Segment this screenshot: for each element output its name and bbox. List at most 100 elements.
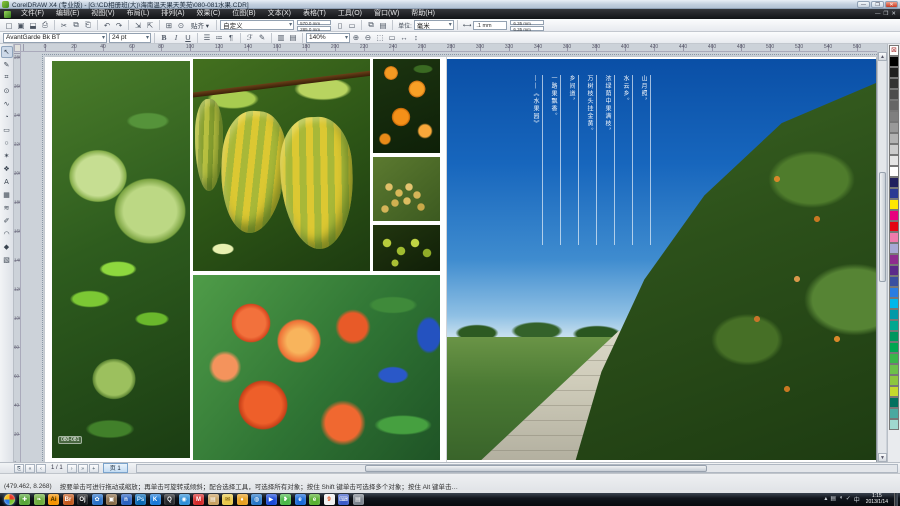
color-swatch-21[interactable] — [889, 287, 899, 298]
char-formatting-icon[interactable]: ℱ — [244, 32, 256, 43]
taskbar-m-app-icon[interactable]: M — [193, 494, 204, 505]
menu-item-0[interactable]: 文件(F) — [15, 9, 50, 19]
pick-tool[interactable]: ↖ — [1, 46, 13, 58]
taskbar-firebird-icon[interactable]: ♦ — [237, 494, 248, 505]
doc-minimize-button[interactable]: — — [875, 11, 881, 17]
zoom-height-icon[interactable]: ↕ — [410, 32, 422, 43]
corel-online-icon[interactable]: ⊙ — [175, 20, 187, 31]
doc-restore-button[interactable]: ❐ — [883, 11, 888, 17]
color-swatch-18[interactable] — [889, 254, 899, 265]
fill-tool[interactable]: ◆ — [1, 241, 13, 253]
taskbar-ie-icon[interactable]: e — [295, 494, 306, 505]
taskbar-notes-icon[interactable]: ▤ — [208, 494, 219, 505]
color-swatch-29[interactable] — [889, 375, 899, 386]
paper-height-field[interactable]: 285.0 mm — [297, 26, 331, 31]
facing-page-view-icon[interactable]: ▤ — [287, 32, 299, 43]
tray-input-icon[interactable]: 中 — [854, 495, 860, 504]
tray-up-arrow-icon[interactable]: ▴ — [824, 495, 827, 504]
align-left-icon[interactable]: ☰ — [201, 32, 213, 43]
minimize-button[interactable]: — — [857, 1, 870, 8]
color-swatch-7[interactable] — [889, 133, 899, 144]
color-swatch-31[interactable] — [889, 397, 899, 408]
color-swatch-5[interactable] — [889, 111, 899, 122]
outline-tool[interactable]: ◠ — [1, 228, 13, 240]
taskbar-clock[interactable]: 1:15 2013/1/14 — [866, 494, 888, 505]
redo-icon[interactable]: ↷ — [113, 20, 125, 31]
tray-safety-icon[interactable]: ✓ — [846, 495, 851, 504]
duplicate-y-field[interactable]: 6.35 mm — [510, 26, 544, 31]
vertical-scrollbar[interactable]: ▲ ▼ — [877, 52, 886, 462]
start-button[interactable] — [4, 494, 15, 505]
scroll-down-icon[interactable]: ▼ — [878, 453, 887, 462]
taskbar-pinyin-icon[interactable]: 9 — [324, 494, 335, 505]
no-color-swatch[interactable]: ⊠ — [889, 45, 899, 56]
photo-green-plums[interactable] — [373, 225, 440, 271]
color-swatch-4[interactable] — [889, 100, 899, 111]
ellipse-tool[interactable]: ○ — [1, 137, 13, 149]
print-icon[interactable]: ⎙ — [39, 20, 51, 31]
taskbar-bridge-icon[interactable]: Br — [63, 494, 74, 505]
freehand-tool[interactable]: ∿ — [1, 98, 13, 110]
italic-button[interactable]: I — [170, 32, 182, 43]
color-swatch-3[interactable] — [889, 89, 899, 100]
zoom-page-icon[interactable]: ▭ — [386, 32, 398, 43]
vertical-ruler[interactable]: 280260240220200180160140120100806040200 — [14, 52, 21, 462]
color-swatch-26[interactable] — [889, 342, 899, 353]
interactive-fill-tool[interactable]: ▧ — [1, 254, 13, 266]
add-page-icon[interactable]: + — [89, 464, 99, 473]
blend-tool[interactable]: ≋ — [1, 202, 13, 214]
horizontal-scrollbar[interactable] — [136, 464, 898, 473]
taskbar-photo-viewer-icon[interactable]: ▣ — [106, 494, 117, 505]
zoom-selected-icon[interactable]: ⬚ — [374, 32, 386, 43]
taskbar-green-bird-icon[interactable]: ❥ — [280, 494, 291, 505]
color-swatch-16[interactable] — [889, 232, 899, 243]
taskbar-illustrator-icon[interactable]: Ai — [48, 494, 59, 505]
new-document-icon[interactable]: ▢ — [3, 20, 15, 31]
smart-fill-tool[interactable]: ◔ — [1, 111, 13, 123]
menu-item-11[interactable]: 帮助(H) — [405, 9, 441, 19]
table-tool[interactable]: ▦ — [1, 189, 13, 201]
portrait-button[interactable]: ▯ — [334, 20, 346, 31]
color-swatch-10[interactable] — [889, 166, 899, 177]
last-page-icon[interactable]: » — [78, 464, 88, 473]
cut-icon[interactable]: ✂ — [58, 20, 70, 31]
underline-button[interactable]: U — [182, 32, 194, 43]
vscroll-thumb[interactable] — [879, 172, 886, 282]
undo-icon[interactable]: ↶ — [101, 20, 113, 31]
document-icon[interactable] — [4, 11, 11, 18]
taskbar-mail-icon[interactable]: ✉ — [222, 494, 233, 505]
bold-button[interactable]: B — [158, 32, 170, 43]
taskbar-360browser-icon[interactable]: e — [309, 494, 320, 505]
color-swatch-22[interactable] — [889, 298, 899, 309]
import-icon[interactable]: ⇲ — [132, 20, 144, 31]
all-pages-button[interactable]: ⧉ — [365, 20, 377, 31]
taskbar-coreldraw-icon[interactable]: ❧ — [34, 494, 45, 505]
color-swatch-8[interactable] — [889, 144, 899, 155]
color-swatch-13[interactable] — [889, 199, 899, 210]
rectangle-tool[interactable]: ▭ — [1, 124, 13, 136]
menu-item-7[interactable]: 文本(X) — [262, 9, 297, 19]
text-tool[interactable]: A — [1, 176, 13, 188]
zoom-level-select[interactable]: 140% — [306, 33, 350, 43]
color-swatch-11[interactable] — [889, 177, 899, 188]
next-page-icon[interactable]: › — [67, 464, 77, 473]
photo-orchard-road[interactable]: 山月照，水云乡。浓绿荫中果满枝，万树枝头挂金黄。乡间道，一路果飘香。——《水果园… — [447, 59, 876, 460]
menu-item-2[interactable]: 视图(V) — [85, 9, 120, 19]
open-icon[interactable]: ▣ — [15, 20, 27, 31]
zoom-out-icon[interactable]: ⊖ — [362, 32, 374, 43]
page-tab[interactable]: 页 1 — [103, 463, 128, 473]
maximize-button[interactable]: ❐ — [871, 1, 884, 8]
menu-item-6[interactable]: 位图(B) — [226, 9, 261, 19]
show-desktop-button[interactable] — [894, 493, 898, 506]
taskbar-photoshop-icon[interactable]: Ps — [135, 494, 146, 505]
page-flip-icon[interactable]: ⎘ — [14, 464, 24, 473]
menu-item-4[interactable]: 排列(A) — [155, 9, 190, 19]
basic-shapes-tool[interactable]: ❖ — [1, 163, 13, 175]
horizontal-ruler[interactable]: 0204060801001201401601802002202402602803… — [14, 44, 877, 52]
close-button[interactable]: ✕ — [885, 1, 898, 8]
copy-icon[interactable]: ⧉ — [70, 20, 82, 31]
color-swatch-32[interactable] — [889, 408, 899, 419]
landscape-button[interactable]: ▭ — [346, 20, 358, 31]
color-swatch-25[interactable] — [889, 331, 899, 342]
taskbar-chat-icon[interactable]: ✿ — [92, 494, 103, 505]
